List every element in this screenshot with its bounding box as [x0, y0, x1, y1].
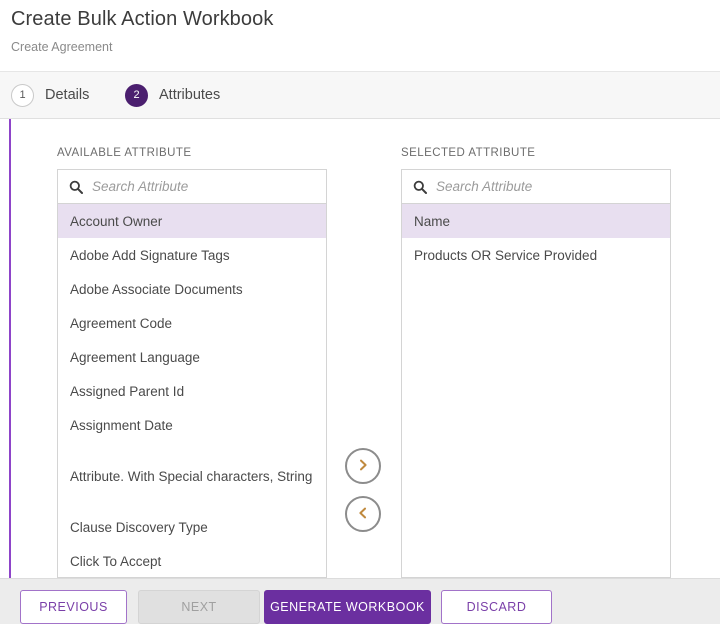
step-details[interactable]: 1 Details [11, 72, 89, 118]
page-subtitle: Create Agreement [11, 40, 113, 54]
list-item[interactable]: Agreement Language [58, 340, 326, 374]
list-item[interactable]: Assignment Date [58, 408, 326, 442]
attributes-transfer-area: AVAILABLE ATTRIBUTE Account Owner Adobe … [0, 119, 720, 578]
page-header: Create Bulk Action Workbook Create Agree… [0, 0, 720, 72]
search-icon [69, 180, 83, 194]
step-2-badge: 2 [125, 83, 148, 107]
list-item[interactable]: Account Owner [58, 204, 326, 238]
move-right-button[interactable] [345, 448, 381, 484]
selected-search-box[interactable] [401, 169, 671, 204]
create-bulk-action-workbook-dialog: Create Bulk Action Workbook Create Agree… [0, 0, 720, 624]
left-accent-bar [9, 119, 11, 578]
available-attribute-label: AVAILABLE ATTRIBUTE [57, 147, 192, 159]
step-2-label: Attributes [159, 87, 221, 103]
next-button: NEXT [138, 590, 260, 624]
selected-attribute-panel: Name Products OR Service Provided [401, 169, 671, 578]
selected-search-input[interactable] [436, 179, 646, 194]
generate-workbook-button[interactable]: GENERATE WORKBOOK [264, 590, 431, 624]
move-left-button[interactable] [345, 496, 381, 532]
chevron-left-icon [356, 506, 370, 523]
list-item[interactable]: Adobe Add Signature Tags [58, 238, 326, 272]
step-attributes[interactable]: 2 Attributes [125, 72, 220, 118]
available-search-box[interactable] [57, 169, 327, 204]
available-search-input[interactable] [92, 179, 302, 194]
selected-attribute-label: SELECTED ATTRIBUTE [401, 147, 536, 159]
list-item[interactable]: Products OR Service Provided [402, 238, 670, 272]
list-item[interactable]: Adobe Associate Documents [58, 272, 326, 306]
page-title: Create Bulk Action Workbook [11, 8, 274, 30]
available-attribute-list-wrapper: Account Owner Adobe Add Signature Tags A… [57, 204, 327, 578]
step-1-label: Details [45, 87, 90, 103]
transfer-controls [345, 448, 383, 532]
available-attribute-list: Account Owner Adobe Add Signature Tags A… [58, 204, 326, 577]
search-icon [413, 180, 427, 194]
selected-attribute-list: Name Products OR Service Provided [402, 204, 670, 272]
available-attribute-panel: Account Owner Adobe Add Signature Tags A… [57, 169, 327, 578]
list-item[interactable]: Name [402, 204, 670, 238]
list-item[interactable]: Click To Accept [58, 544, 326, 577]
selected-attribute-list-wrapper: Name Products OR Service Provided [401, 204, 671, 578]
step-1-badge: 1 [11, 83, 34, 107]
previous-button[interactable]: PREVIOUS [20, 590, 127, 624]
discard-button[interactable]: DISCARD [441, 590, 552, 624]
chevron-right-icon [356, 458, 370, 475]
dialog-footer: PREVIOUS NEXT GENERATE WORKBOOK DISCARD [0, 578, 720, 624]
list-item[interactable]: Assigned Parent Id [58, 374, 326, 408]
list-item[interactable]: Agreement Code [58, 306, 326, 340]
list-item[interactable]: Attribute. With Special characters, Stri… [58, 442, 326, 510]
list-item[interactable]: Clause Discovery Type [58, 510, 326, 544]
wizard-stepper: 1 Details 2 Attributes [0, 72, 720, 119]
